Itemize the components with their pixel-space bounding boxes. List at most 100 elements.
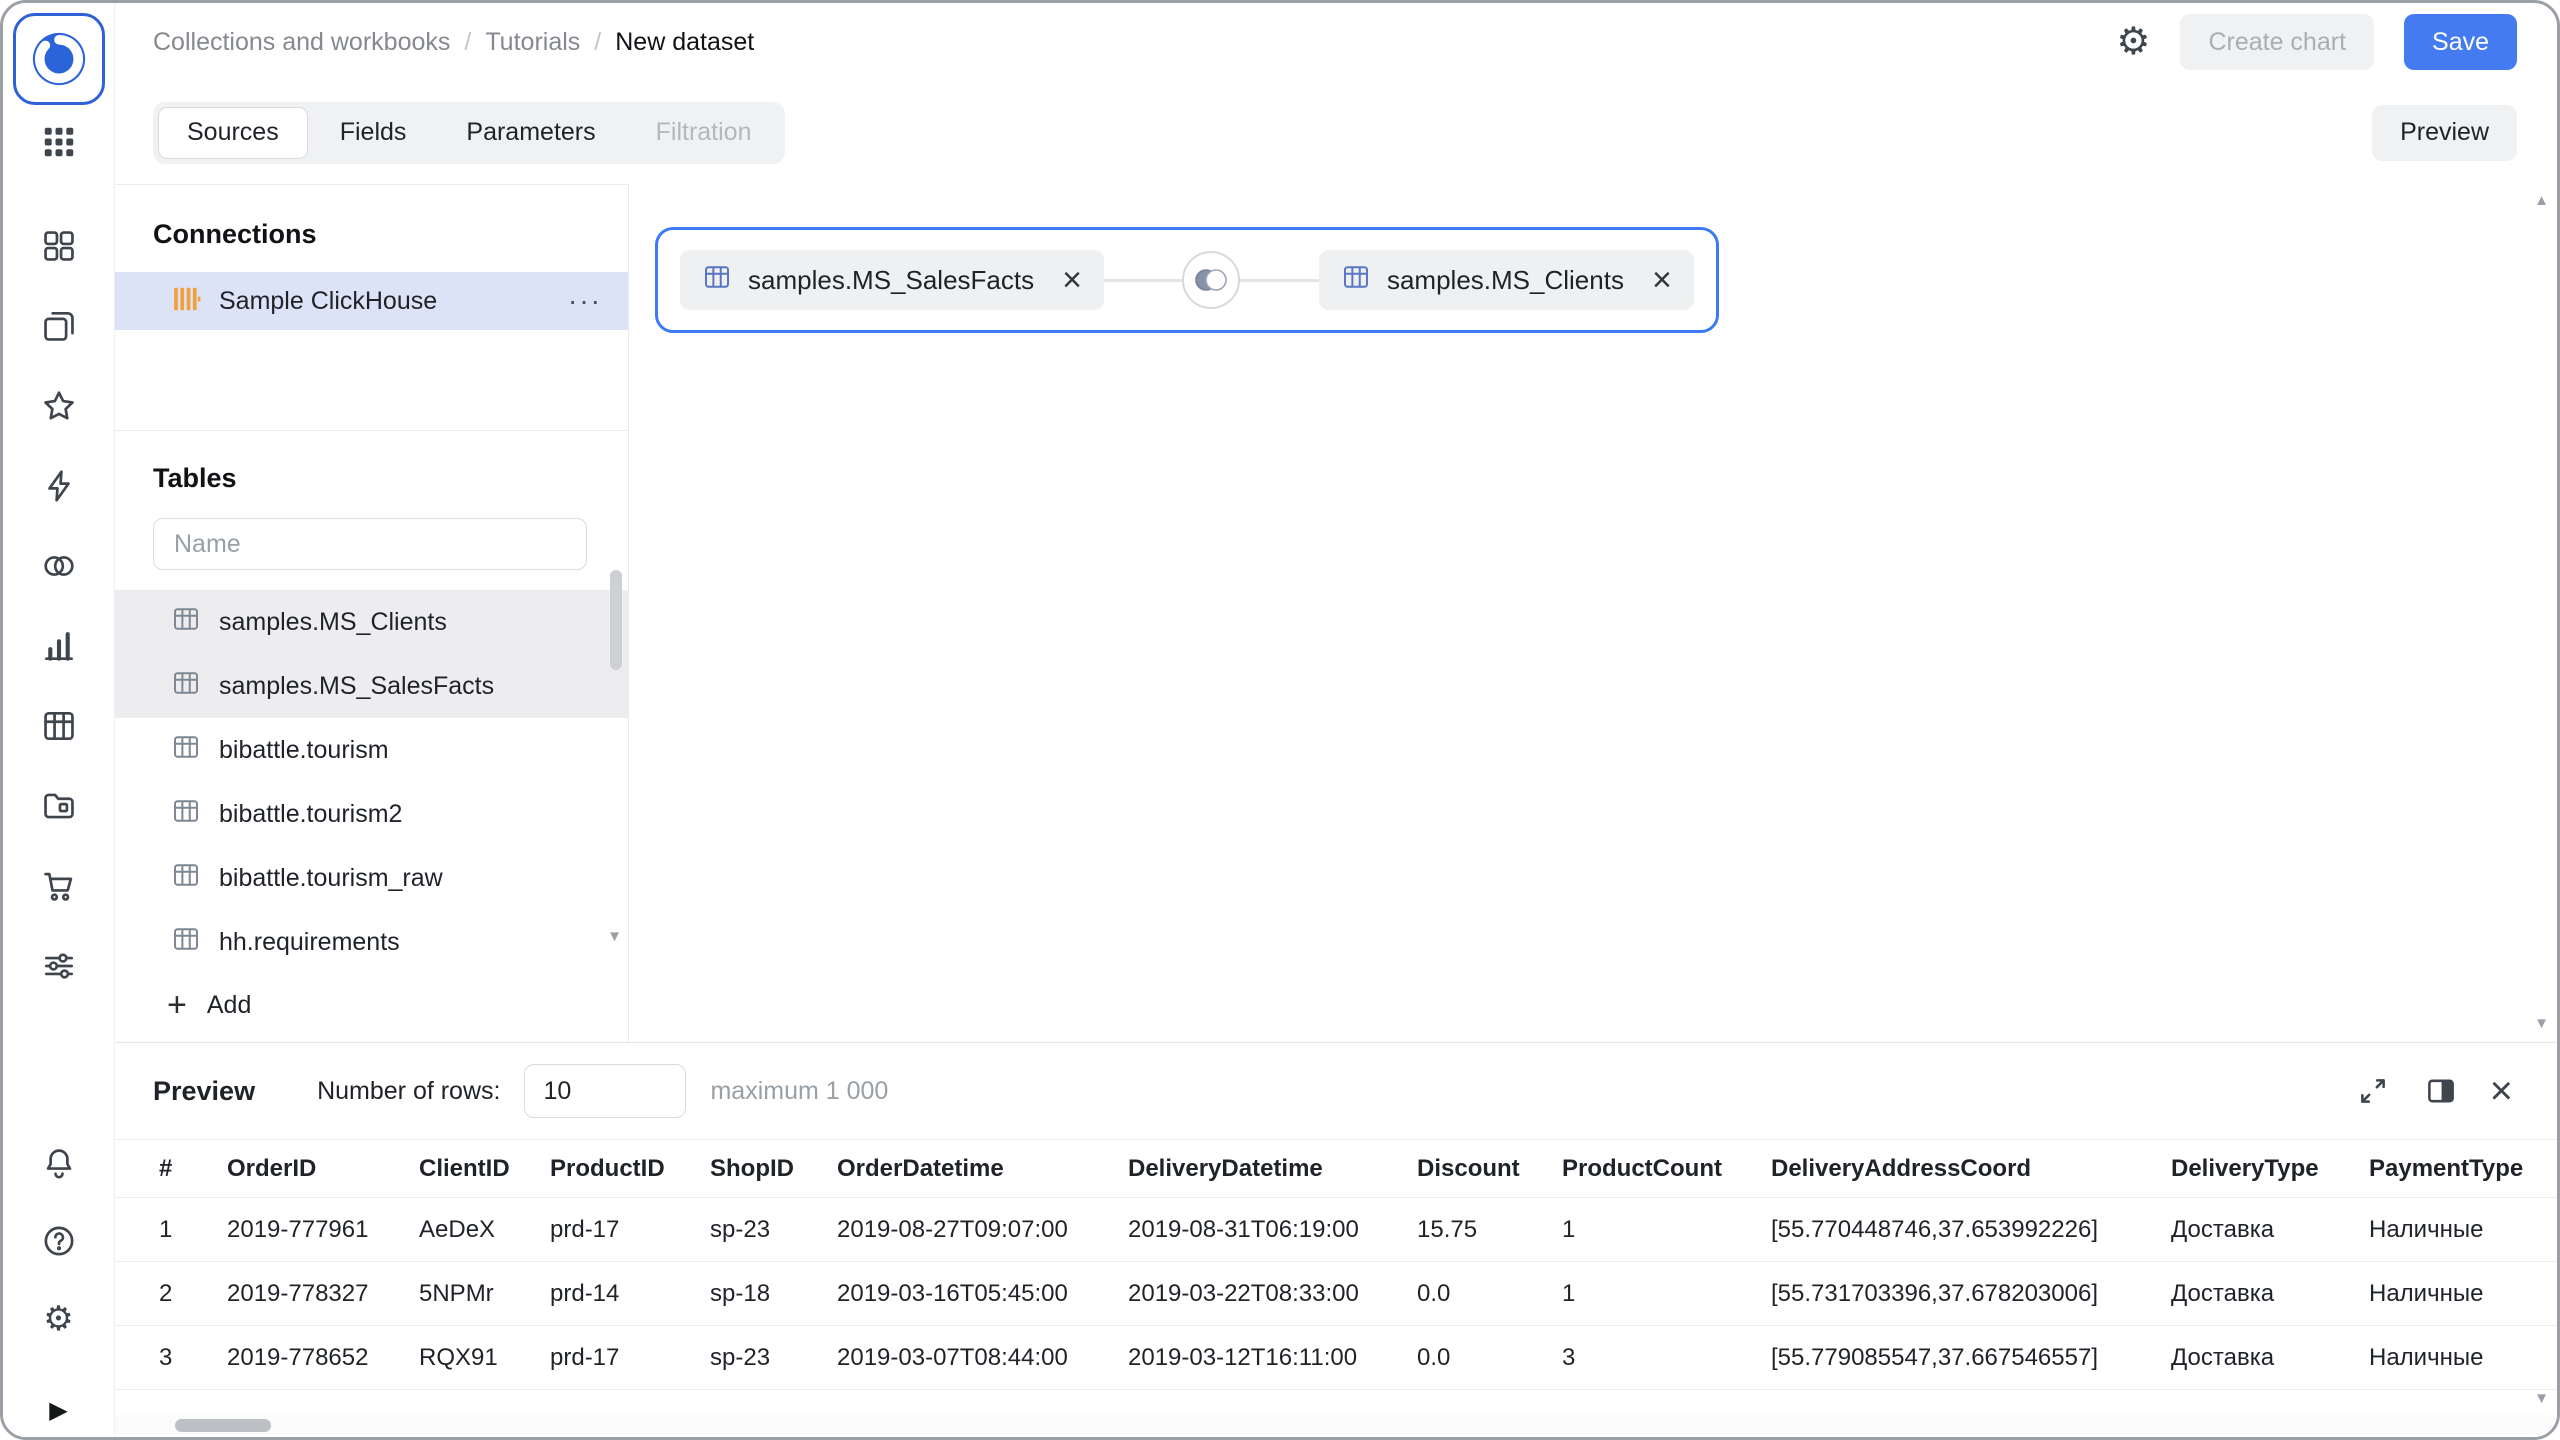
table-icon xyxy=(171,860,201,897)
preview-cell: [55.779085547,37.667546557] xyxy=(1771,1326,2171,1390)
more-icon[interactable]: ··· xyxy=(568,291,602,311)
preview-cell: 2019-08-27T09:07:00 xyxy=(837,1198,1128,1262)
preview-cell: sp-18 xyxy=(710,1262,837,1326)
gear-icon[interactable]: ⚙ xyxy=(40,1300,78,1338)
cart-icon[interactable] xyxy=(40,867,78,905)
canvas-scroll-down-icon[interactable]: ▼ xyxy=(2534,1015,2549,1032)
rail-nav xyxy=(40,227,78,985)
breadcrumb: Collections and workbooks/Tutorials/New … xyxy=(153,28,754,57)
help-icon[interactable] xyxy=(40,1222,78,1260)
clickhouse-icon xyxy=(171,284,201,319)
preview-table-row: 22019-7783275NPMrprd-14sp-182019-03-16T0… xyxy=(115,1262,2557,1326)
preview-cell: 15.75 xyxy=(1417,1198,1562,1262)
preview-cell: prd-14 xyxy=(550,1262,710,1326)
preview-scroll-down-icon[interactable]: ▼ xyxy=(2534,1390,2549,1407)
table-list-item[interactable]: bibattle.tourism_raw xyxy=(115,846,628,910)
bell-icon[interactable] xyxy=(40,1144,78,1182)
preview-column-header: OrderDatetime xyxy=(837,1140,1128,1198)
settings-gear-icon[interactable]: ⚙ xyxy=(2116,23,2150,61)
connection-item[interactable]: Sample ClickHouse ··· xyxy=(115,272,628,330)
preview-column-header: DeliveryDatetime xyxy=(1128,1140,1417,1198)
table-list-item[interactable]: hh.requirements xyxy=(115,910,628,974)
tables-list: samples.MS_Clients samples.MS_SalesFacts… xyxy=(115,590,628,974)
source-chip-left[interactable]: samples.MS_SalesFacts × xyxy=(680,250,1104,310)
split-view-icon[interactable] xyxy=(2422,1072,2460,1110)
close-icon[interactable]: × xyxy=(1062,265,1082,295)
tab-parameters[interactable]: Parameters xyxy=(438,107,623,159)
preview-cell: 3 xyxy=(115,1326,227,1390)
tables-scrollbar-thumb[interactable] xyxy=(610,570,622,670)
join-group[interactable]: samples.MS_SalesFacts × xyxy=(655,227,1719,333)
sources-panel: Connections Sampl xyxy=(115,184,629,1042)
tab-fields[interactable]: Fields xyxy=(312,107,435,159)
preview-cell: Наличные xyxy=(2369,1262,2557,1326)
preview-cell: [55.770448746,37.653992226] xyxy=(1771,1198,2171,1262)
close-icon[interactable]: × xyxy=(1652,265,1672,295)
preview-cell: 2019-777961 xyxy=(227,1198,419,1262)
preview-toggle-button[interactable]: Preview xyxy=(2372,105,2517,161)
table-icon xyxy=(702,262,732,299)
preview-cell: sp-23 xyxy=(710,1326,837,1390)
preview-cell: [55.731703396,37.678203006] xyxy=(1771,1262,2171,1326)
preview-column-header: ProductCount xyxy=(1562,1140,1771,1198)
sliders-icon[interactable] xyxy=(40,947,78,985)
canvas-scroll-up-icon[interactable]: ▲ xyxy=(2534,192,2549,209)
expand-icon[interactable] xyxy=(2354,1072,2392,1110)
lightning-icon[interactable] xyxy=(40,467,78,505)
table-row-label: samples.MS_SalesFacts xyxy=(219,672,494,701)
join-venn-icon[interactable] xyxy=(1182,251,1240,309)
source-chip-label: samples.MS_Clients xyxy=(1387,265,1624,296)
preview-cell: sp-23 xyxy=(710,1198,837,1262)
preview-table-body: 12019-777961AeDeXprd-17sp-232019-08-27T0… xyxy=(115,1198,2557,1390)
datalens-logo[interactable] xyxy=(13,13,105,105)
table-icon xyxy=(171,796,201,833)
breadcrumb-item[interactable]: Tutorials xyxy=(485,28,580,57)
table-row-label: bibattle.tourism2 xyxy=(219,800,402,829)
preview-cell: 2 xyxy=(115,1262,227,1326)
table-row-label: hh.requirements xyxy=(219,928,400,957)
breadcrumb-item[interactable]: Collections and workbooks xyxy=(153,28,450,57)
tables-scroll-down-icon[interactable]: ▼ xyxy=(607,928,622,945)
table-grid-icon[interactable] xyxy=(40,707,78,745)
preview-title: Preview xyxy=(153,1076,255,1107)
horizontal-scrollbar-thumb[interactable] xyxy=(175,1419,271,1432)
create-chart-button[interactable]: Create chart xyxy=(2180,14,2374,70)
table-icon xyxy=(1341,262,1371,299)
table-list-item[interactable]: bibattle.tourism xyxy=(115,718,628,782)
join-connector xyxy=(1104,279,1319,282)
apps-grid-icon[interactable] xyxy=(40,123,78,161)
preview-cell: prd-17 xyxy=(550,1326,710,1390)
left-rail: ⚙ ▶ xyxy=(3,3,115,1437)
table-list-item[interactable]: bibattle.tourism2 xyxy=(115,782,628,846)
preview-column-header: # xyxy=(115,1140,227,1198)
close-preview-icon[interactable]: × xyxy=(2490,1073,2513,1109)
expand-panel-icon[interactable]: ▶ xyxy=(49,1396,67,1425)
layers-icon[interactable] xyxy=(40,307,78,345)
table-list-item[interactable]: samples.MS_SalesFacts xyxy=(115,654,628,718)
preview-actions: × xyxy=(2354,1072,2513,1110)
preview-cell: Доставка xyxy=(2171,1262,2369,1326)
add-table-button[interactable]: + Add xyxy=(115,976,628,1034)
preview-cell: 1 xyxy=(115,1198,227,1262)
save-button[interactable]: Save xyxy=(2404,14,2517,70)
bar-chart-icon[interactable] xyxy=(40,627,78,665)
dashboards-grid-icon[interactable] xyxy=(40,227,78,265)
preview-column-header: ClientID xyxy=(419,1140,550,1198)
preview-table-row: 12019-777961AeDeXprd-17sp-232019-08-27T0… xyxy=(115,1198,2557,1262)
tab-sources[interactable]: Sources xyxy=(158,107,308,159)
preview-cell: 2019-03-22T08:33:00 xyxy=(1128,1262,1417,1326)
rings-icon[interactable] xyxy=(40,547,78,585)
folder-box-icon[interactable] xyxy=(40,787,78,825)
rows-input[interactable] xyxy=(524,1064,686,1118)
breadcrumb-separator: / xyxy=(594,28,601,57)
table-icon xyxy=(171,604,201,641)
tabs-segmented: SourcesFieldsParametersFiltration xyxy=(153,102,785,164)
tables-search-input[interactable] xyxy=(153,518,587,570)
star-icon[interactable] xyxy=(40,387,78,425)
table-list-item[interactable]: samples.MS_Clients xyxy=(115,590,628,654)
breadcrumb-separator: / xyxy=(464,28,471,57)
tab-filtration[interactable]: Filtration xyxy=(628,107,780,159)
horizontal-scrollbar xyxy=(115,1415,2557,1435)
table-icon xyxy=(171,668,201,705)
source-chip-right[interactable]: samples.MS_Clients × xyxy=(1319,250,1694,310)
